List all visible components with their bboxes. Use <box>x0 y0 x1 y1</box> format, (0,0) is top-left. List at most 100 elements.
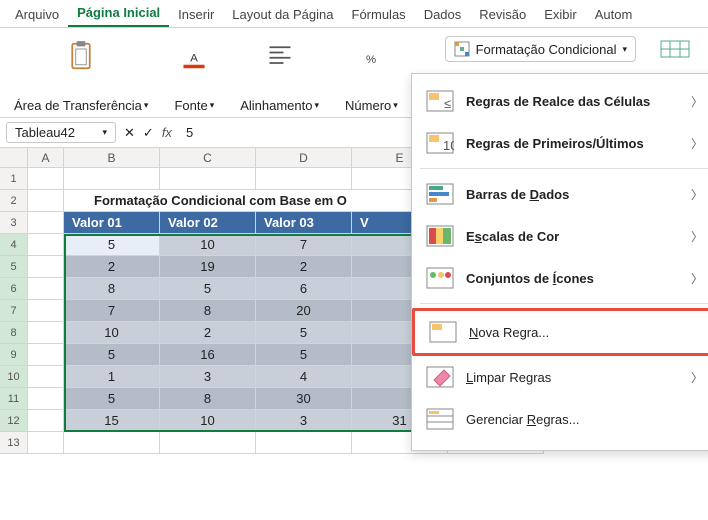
cell[interactable] <box>28 410 64 432</box>
svg-text:≤: ≤ <box>444 96 451 111</box>
menu-highlight-rules[interactable]: ≤ Regras de Realce das Células 〉 <box>412 80 708 122</box>
select-all-corner[interactable] <box>0 148 28 167</box>
row-header[interactable]: 8 <box>0 322 28 344</box>
cell[interactable] <box>28 168 64 190</box>
tab-inserir[interactable]: Inserir <box>169 2 223 27</box>
group-alignment[interactable]: Alinhamento▾ <box>236 36 323 113</box>
tab-layout[interactable]: Layout da Página <box>223 2 342 27</box>
tab-formulas[interactable]: Fórmulas <box>343 2 415 27</box>
cell[interactable]: 16 <box>160 344 256 366</box>
menu-top-bottom-rules[interactable]: 10 Regras de Primeiros/Últimos 〉 <box>412 122 708 164</box>
fx-icon[interactable]: fx <box>162 125 172 140</box>
menu-color-scales[interactable]: Escalas de Cor 〉 <box>412 215 708 257</box>
cell[interactable] <box>28 256 64 278</box>
cell[interactable] <box>256 432 352 454</box>
cell[interactable] <box>28 300 64 322</box>
cell[interactable] <box>28 366 64 388</box>
chevron-right-icon: 〉 <box>691 93 703 110</box>
tab-dados[interactable]: Dados <box>415 2 471 27</box>
row-header[interactable]: 9 <box>0 344 28 366</box>
cancel-icon[interactable]: ✕ <box>124 125 135 141</box>
cell[interactable]: 1 <box>64 366 160 388</box>
name-box[interactable]: Tableau42 ▾ <box>6 122 116 143</box>
menu-icon-sets[interactable]: Conjuntos de Ícones 〉 <box>412 257 708 299</box>
table-header[interactable]: Valor 01 <box>64 212 160 234</box>
cell[interactable] <box>28 190 64 212</box>
tab-exibir[interactable]: Exibir <box>535 2 586 27</box>
table-header[interactable]: Valor 02 <box>160 212 256 234</box>
cell[interactable]: 3 <box>256 410 352 432</box>
col-header-b[interactable]: B <box>64 148 160 167</box>
row-header[interactable]: 5 <box>0 256 28 278</box>
cell[interactable]: 4 <box>256 366 352 388</box>
cell[interactable]: 8 <box>160 300 256 322</box>
cell[interactable] <box>160 432 256 454</box>
row-header[interactable]: 4 <box>0 234 28 256</box>
cell[interactable]: 5 <box>64 234 160 256</box>
row-header[interactable]: 11 <box>0 388 28 410</box>
col-header-c[interactable]: C <box>160 148 256 167</box>
group-clipboard[interactable]: Área de Transferência▾ <box>10 36 152 113</box>
row-header[interactable]: 1 <box>0 168 28 190</box>
cell[interactable] <box>256 168 352 190</box>
formula-value[interactable]: 5 <box>186 125 193 140</box>
cell[interactable]: 5 <box>160 278 256 300</box>
confirm-icon[interactable]: ✓ <box>143 125 154 141</box>
cell[interactable] <box>160 168 256 190</box>
cell[interactable]: 7 <box>256 234 352 256</box>
cell[interactable]: 2 <box>256 256 352 278</box>
cell[interactable]: 20 <box>256 300 352 322</box>
cell[interactable]: 8 <box>64 278 160 300</box>
tab-revisao[interactable]: Revisão <box>470 2 535 27</box>
cell[interactable]: 10 <box>64 322 160 344</box>
highlight-rules-icon: ≤ <box>426 90 454 112</box>
menu-separator <box>420 303 708 304</box>
table-header[interactable]: Valor 03 <box>256 212 352 234</box>
cell[interactable]: 10 <box>160 410 256 432</box>
cell[interactable]: 5 <box>64 388 160 410</box>
cell[interactable]: 6 <box>256 278 352 300</box>
group-number[interactable]: % Número▾ <box>341 36 402 113</box>
cell[interactable] <box>28 278 64 300</box>
menu-clear-rules[interactable]: Limpar Regras 〉 <box>412 356 708 398</box>
cell[interactable]: 5 <box>256 322 352 344</box>
cell[interactable]: 30 <box>256 388 352 410</box>
cell[interactable]: 8 <box>160 388 256 410</box>
cell[interactable]: 5 <box>256 344 352 366</box>
row-header[interactable]: 6 <box>0 278 28 300</box>
row-header[interactable]: 2 <box>0 190 28 212</box>
row-header[interactable]: 7 <box>0 300 28 322</box>
group-font[interactable]: A Fonte▾ <box>170 36 218 113</box>
insert-cells-icon[interactable] <box>660 38 690 60</box>
cell[interactable]: 2 <box>160 322 256 344</box>
col-header-d[interactable]: D <box>256 148 352 167</box>
row-header[interactable]: 3 <box>0 212 28 234</box>
cell[interactable] <box>64 432 160 454</box>
cell[interactable] <box>28 322 64 344</box>
tab-arquivo[interactable]: Arquivo <box>6 2 68 27</box>
cell[interactable]: 5 <box>64 344 160 366</box>
cell[interactable] <box>64 168 160 190</box>
cell[interactable]: 7 <box>64 300 160 322</box>
tab-pagina-inicial[interactable]: Página Inicial <box>68 0 169 27</box>
row-header[interactable]: 13 <box>0 432 28 454</box>
cell[interactable]: 3 <box>160 366 256 388</box>
cell[interactable]: 10 <box>160 234 256 256</box>
cell[interactable] <box>28 432 64 454</box>
cell[interactable] <box>28 212 64 234</box>
row-header[interactable]: 10 <box>0 366 28 388</box>
conditional-formatting-button[interactable]: Formatação Condicional ▾ <box>445 36 636 62</box>
tab-automatizar[interactable]: Autom <box>586 2 642 27</box>
row-header[interactable]: 12 <box>0 410 28 432</box>
cell[interactable]: 19 <box>160 256 256 278</box>
cell[interactable] <box>28 388 64 410</box>
cell[interactable] <box>28 344 64 366</box>
cell[interactable]: 15 <box>64 410 160 432</box>
menu-label: Regras de Realce das Células <box>466 94 679 109</box>
cell[interactable] <box>28 234 64 256</box>
menu-data-bars[interactable]: Barras de Dados 〉 <box>412 173 708 215</box>
col-header-a[interactable]: A <box>28 148 64 167</box>
menu-manage-rules[interactable]: Gerenciar Regras... <box>412 398 708 440</box>
cell[interactable]: 2 <box>64 256 160 278</box>
menu-new-rule[interactable]: Nova Regra... <box>412 308 708 356</box>
